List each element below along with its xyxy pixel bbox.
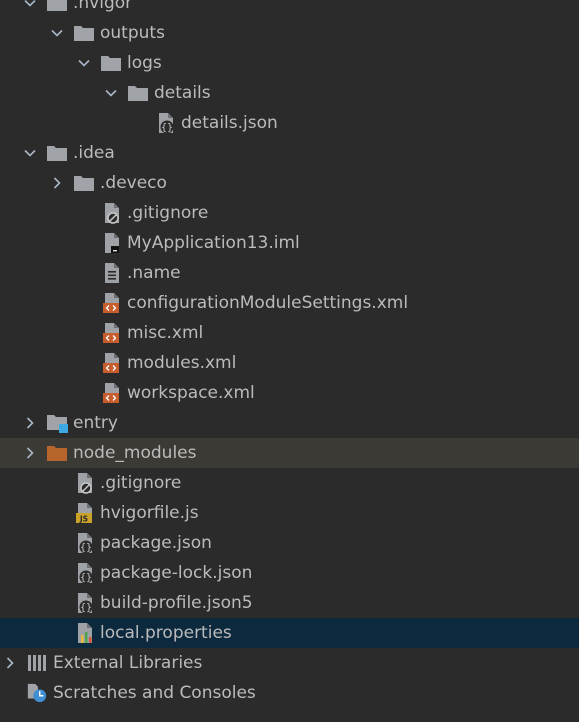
folder-icon [73,21,95,45]
tree-item-details[interactable]: details [0,78,579,108]
chevron-down-icon[interactable] [47,23,67,43]
text-file-icon [100,261,122,285]
tree-item-package-lock-json[interactable]: {} package-lock.json [0,558,579,588]
tree-item-modules-xml[interactable]: modules.xml [0,348,579,378]
folder-icon [46,141,68,165]
libraries-icon [26,651,48,675]
project-tree: .hvigor outputs logs details {} details.json.… [0,0,579,722]
module-folder-icon [46,411,68,435]
tree-item-myapplication13-iml[interactable]: MyApplication13.iml [0,228,579,258]
chevron-down-icon[interactable] [20,0,40,13]
folder-icon [100,51,122,75]
js-file-icon: JS [73,501,95,525]
json-file-icon: {} [73,561,95,585]
tree-item-label: Scratches and Consoles [53,683,256,703]
excluded-folder-icon [46,441,68,465]
chevron-down-icon[interactable] [101,83,121,103]
tree-item-label: misc.xml [127,323,204,343]
svg-text:{}: {} [80,573,92,584]
tree-item-label: details.json [181,113,278,133]
tree-item-label: .gitignore [100,473,182,493]
tree-item-gitignore[interactable]: .gitignore [0,468,579,498]
tree-item-scratches-and-consoles[interactable]: Scratches and Consoles [0,678,579,708]
chevron-down-icon[interactable] [74,53,94,73]
tree-item-entry[interactable]: entry [0,408,579,438]
tree-item-details-json[interactable]: {} details.json [0,108,579,138]
tree-item-node-modules[interactable]: node_modules [0,438,579,468]
xml-file-icon [100,291,122,315]
tree-item-label: modules.xml [127,353,237,373]
chevron-right-icon[interactable] [47,173,67,193]
gitignore-file-icon [73,471,95,495]
gitignore-file-icon [100,201,122,225]
svg-text:{}: {} [80,543,92,554]
tree-item-label: MyApplication13.iml [127,233,300,253]
tree-item-gitignore[interactable]: .gitignore [0,198,579,228]
tree-item-hvigor[interactable]: .hvigor [0,0,579,18]
json-file-icon: {} [154,111,176,135]
xml-file-icon [100,381,122,405]
tree-item-deveco[interactable]: .deveco [0,168,579,198]
folder-icon [73,171,95,195]
tree-item-label: build-profile.json5 [100,593,253,613]
tree-item-label: .idea [73,143,115,163]
tree-item-label: node_modules [73,443,197,463]
tree-item-idea[interactable]: .idea [0,138,579,168]
svg-text:{}: {} [80,603,92,614]
tree-item-workspace-xml[interactable]: workspace.xml [0,378,579,408]
tree-item-configurationmodulesettings-xml[interactable]: configurationModuleSettings.xml [0,288,579,318]
folder-icon [46,0,68,15]
iml-file-icon [100,231,122,255]
tree-item-label: details [154,83,211,103]
tree-item-hvigorfile-js[interactable]: JS hvigorfile.js [0,498,579,528]
chevron-down-icon[interactable] [20,143,40,163]
svg-text:JS: JS [79,515,88,524]
tree-item-name[interactable]: .name [0,258,579,288]
tree-item-label: entry [73,413,118,433]
scratches-icon [26,681,48,705]
tree-item-label: package.json [100,533,212,553]
json-file-icon: {} [73,531,95,555]
tree-item-label: package-lock.json [100,563,253,583]
tree-item-external-libraries[interactable]: External Libraries [0,648,579,678]
tree-item-label: .gitignore [127,203,209,223]
json-file-icon: {} [73,591,95,615]
tree-item-label: configurationModuleSettings.xml [127,293,409,313]
tree-item-package-json[interactable]: {} package.json [0,528,579,558]
folder-icon [127,81,149,105]
tree-item-label: outputs [100,23,165,43]
tree-item-label: .hvigor [73,0,133,13]
tree-item-build-profile-json5[interactable]: {} build-profile.json5 [0,588,579,618]
tree-item-label: External Libraries [53,653,203,673]
chevron-right-icon[interactable] [20,413,40,433]
tree-item-label: hvigorfile.js [100,503,199,523]
tree-item-label: local.properties [100,623,232,643]
tree-item-label: .name [127,263,181,283]
xml-file-icon [100,351,122,375]
properties-file-icon [73,621,95,645]
tree-item-outputs[interactable]: outputs [0,18,579,48]
tree-item-misc-xml[interactable]: misc.xml [0,318,579,348]
tree-item-label: .deveco [100,173,167,193]
tree-item-label: workspace.xml [127,383,255,403]
tree-item-logs[interactable]: logs [0,48,579,78]
tree-item-label: logs [127,53,162,73]
xml-file-icon [100,321,122,345]
tree-item-local-properties[interactable]: local.properties [0,618,579,648]
chevron-right-icon[interactable] [20,443,40,463]
svg-text:{}: {} [161,123,173,134]
chevron-right-icon[interactable] [0,653,20,673]
